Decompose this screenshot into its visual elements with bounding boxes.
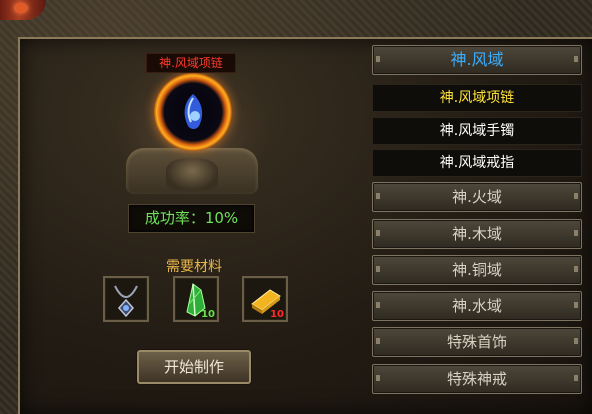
category-special-jewelry[interactable]: 特殊首饰 bbox=[372, 327, 582, 357]
corner-ornament bbox=[0, 0, 46, 20]
material-slot-gold[interactable]: 10 bbox=[242, 276, 288, 322]
necklace-gem-icon bbox=[184, 94, 203, 129]
success-rate: 成功率：10% bbox=[128, 204, 255, 233]
material-qty: 10 bbox=[201, 309, 215, 320]
material-slot-crystal[interactable]: 10 bbox=[173, 276, 219, 322]
materials-label: 需要材料 bbox=[166, 259, 222, 275]
sub-item-bracelet[interactable]: 神.风域手镯 bbox=[372, 117, 582, 145]
material-slot-amulet[interactable] bbox=[103, 276, 149, 322]
sub-item-ring[interactable]: 神.风域戒指 bbox=[372, 149, 582, 177]
altar-carving bbox=[166, 158, 218, 190]
amulet-icon bbox=[114, 285, 138, 318]
category-shen-shuiyu[interactable]: 神.水域 bbox=[372, 291, 582, 321]
sub-item-necklace[interactable]: 神.风域项链 bbox=[372, 84, 582, 112]
start-crafting-button[interactable]: 开始制作 bbox=[137, 350, 251, 384]
material-qty: 10 bbox=[270, 309, 284, 320]
item-name-label: 神.风域项链 bbox=[146, 53, 236, 73]
category-shen-muyu[interactable]: 神.木域 bbox=[372, 219, 582, 249]
category-special-ring[interactable]: 特殊神戒 bbox=[372, 364, 582, 394]
category-shen-fengyu[interactable]: 神.风域 bbox=[372, 45, 582, 75]
category-shen-huoyu[interactable]: 神.火域 bbox=[372, 182, 582, 212]
category-shen-tongyu[interactable]: 神.铜域 bbox=[372, 255, 582, 285]
